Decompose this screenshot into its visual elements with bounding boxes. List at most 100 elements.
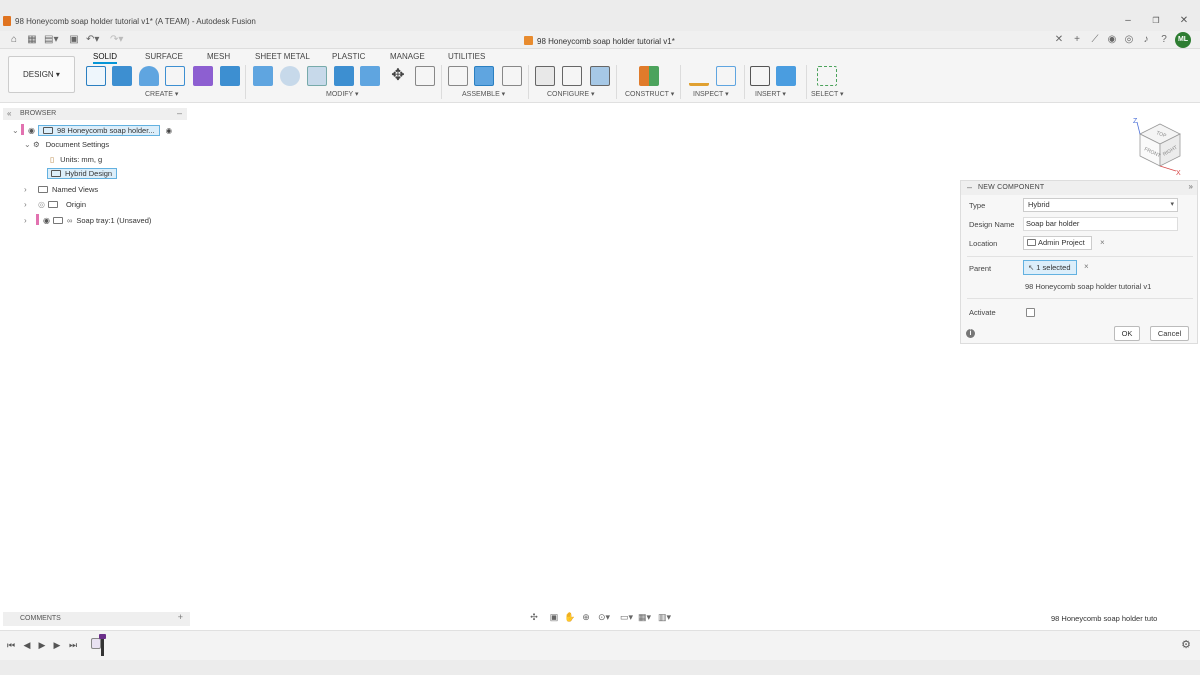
tab-manage[interactable]: MANAGE [390,52,425,61]
clear-parent-button[interactable]: × [1084,262,1089,271]
viewports-icon[interactable]: ▥▾ [658,611,671,623]
go-to-end-icon[interactable]: ⏭ [67,639,79,651]
grid-icon[interactable]: ▦▾ [638,611,651,623]
cancel-button[interactable]: Cancel [1150,326,1189,341]
insert-derive-icon[interactable] [750,66,770,86]
data-panel-icon[interactable]: ▦ [26,34,38,46]
minimize-panel-icon[interactable]: – [177,108,182,118]
chevron-right-icon[interactable]: › [24,199,33,211]
redo-icon[interactable]: ↷▾ [110,34,123,46]
tab-plastic[interactable]: PLASTIC [332,52,365,61]
zoom-icon[interactable]: ⊕ [580,611,592,623]
eye-hidden-icon[interactable]: ◎ [38,199,45,211]
modify-group-label[interactable]: MODIFY ▾ [326,90,359,98]
assemble-group-label[interactable]: ASSEMBLE ▾ [462,90,505,98]
box-icon[interactable] [220,66,240,86]
save-icon[interactable]: ▣ [68,34,80,46]
combine-icon[interactable] [360,66,380,86]
collapse-panel-icon[interactable]: « [7,109,11,118]
construct-group-label[interactable]: CONSTRUCT ▾ [625,90,674,98]
tab-mesh[interactable]: MESH [207,52,230,61]
tab-solid[interactable]: SOLID [93,52,118,64]
zoom-window-icon[interactable]: ⊙▾ [598,611,610,623]
insert-canvas-icon[interactable] [776,66,796,86]
pan-icon[interactable]: ✋ [564,611,576,623]
measure-icon[interactable] [689,66,709,86]
notifications-icon[interactable]: ♪ [1140,34,1152,46]
configure-group-label[interactable]: CONFIGURE ▾ [547,90,594,98]
undo-icon[interactable]: ↶▾ [86,34,99,46]
select-icon[interactable] [817,66,837,86]
press-pull-icon[interactable] [253,66,273,86]
create-group-label[interactable]: CREATE ▾ [145,90,178,98]
chevron-down-icon[interactable]: ⌄ [12,125,21,137]
clear-location-button[interactable]: × [1100,238,1105,247]
extrude-icon[interactable] [112,66,132,86]
file-menu-icon[interactable]: ▤▾ [44,34,58,46]
tree-named-views[interactable]: › Named Views [24,184,98,196]
expand-dialog-icon[interactable]: » [1189,182,1193,191]
select-group-label[interactable]: SELECT ▾ [811,90,844,98]
tab-utilities[interactable]: UTILITIES [448,52,485,61]
type-select[interactable]: Hybrid ▾ [1023,198,1178,212]
location-button[interactable]: Admin Project [1023,236,1092,250]
configure-icon[interactable] [535,66,555,86]
job-status-icon[interactable]: ◉ [1106,34,1118,46]
tab-sheet-metal[interactable]: SHEET METAL [255,52,310,61]
activate-checkbox[interactable] [1026,308,1035,317]
joint-icon[interactable] [448,66,468,86]
home-icon[interactable]: ⌂ [8,34,20,46]
step-back-icon[interactable]: ◀ [21,639,33,651]
offset-plane-icon[interactable] [639,66,659,86]
sweep-icon[interactable] [165,66,185,86]
workspace-switcher[interactable]: DESIGN ▾ [8,56,75,93]
chevron-right-icon[interactable]: › [24,215,33,227]
timeline-marker-head[interactable] [99,634,106,639]
new-tab-icon[interactable]: + [1071,34,1083,46]
user-avatar[interactable]: ML [1175,32,1191,48]
create-sketch-icon[interactable] [86,66,106,86]
tree-root[interactable]: ⌄ ◉ 98 Honeycomb soap holder... ◉ [12,124,172,136]
document-tab[interactable]: 98 Honeycomb soap holder tutorial v1* [524,36,675,46]
restore-button[interactable]: ❐ [1149,14,1163,28]
look-at-icon[interactable]: ▣ [548,611,560,623]
timeline-feature-icon[interactable] [91,638,101,649]
interference-icon[interactable] [716,66,736,86]
close-tab-button[interactable]: ✕ [1053,34,1065,46]
new-component-tool-icon[interactable] [474,66,494,86]
extensions-icon[interactable]: ⟋ [1089,34,1101,46]
revolve-icon[interactable] [139,66,159,86]
tree-document-settings[interactable]: ⌄ ⚙ Document Settings [24,139,109,151]
inspect-group-label[interactable]: INSPECT ▾ [693,90,729,98]
play-icon[interactable]: ▶ [36,639,48,651]
activate-radio-icon[interactable]: ◉ [166,126,173,135]
design-name-input[interactable]: Soap bar holder [1023,217,1178,231]
tab-surface[interactable]: SURFACE [145,52,183,61]
fillet-icon[interactable] [280,66,300,86]
tree-units[interactable]: ▯ Units: mm, g [50,154,102,166]
info-icon[interactable]: i [966,329,975,338]
configuration-table-icon[interactable] [562,66,582,86]
tree-hybrid-design[interactable]: Hybrid Design [47,168,118,180]
online-status-icon[interactable]: ◎ [1123,34,1135,46]
new-component-icon[interactable] [193,66,213,86]
move-copy-icon[interactable]: ✥ [388,66,408,86]
hybrid-design-box[interactable]: Hybrid Design [47,168,118,179]
view-cube[interactable]: TOP FRONT RIGHT Z X [1132,116,1188,176]
ok-button[interactable]: OK [1114,326,1140,341]
parent-selection-button[interactable]: ↖ 1 selected [1023,260,1077,275]
orbit-icon[interactable]: ✣ [528,611,540,623]
tree-origin[interactable]: › ◎ Origin [24,199,86,211]
shell-icon[interactable] [334,66,354,86]
chevron-down-icon[interactable]: ⌄ [24,139,33,151]
tree-root-label-box[interactable]: 98 Honeycomb soap holder... [37,125,160,136]
chevron-right-icon[interactable]: › [24,184,33,196]
eye-icon[interactable]: ◉ [28,125,35,137]
timeline-settings-icon[interactable]: ⚙ [1180,639,1192,651]
collapse-dialog-icon[interactable]: – [967,182,972,192]
insert-group-label[interactable]: INSERT ▾ [755,90,786,98]
help-icon[interactable]: ? [1158,34,1170,46]
add-comment-button[interactable]: + [178,612,183,622]
close-button[interactable]: ✕ [1177,14,1191,28]
chamfer-icon[interactable] [307,66,327,86]
